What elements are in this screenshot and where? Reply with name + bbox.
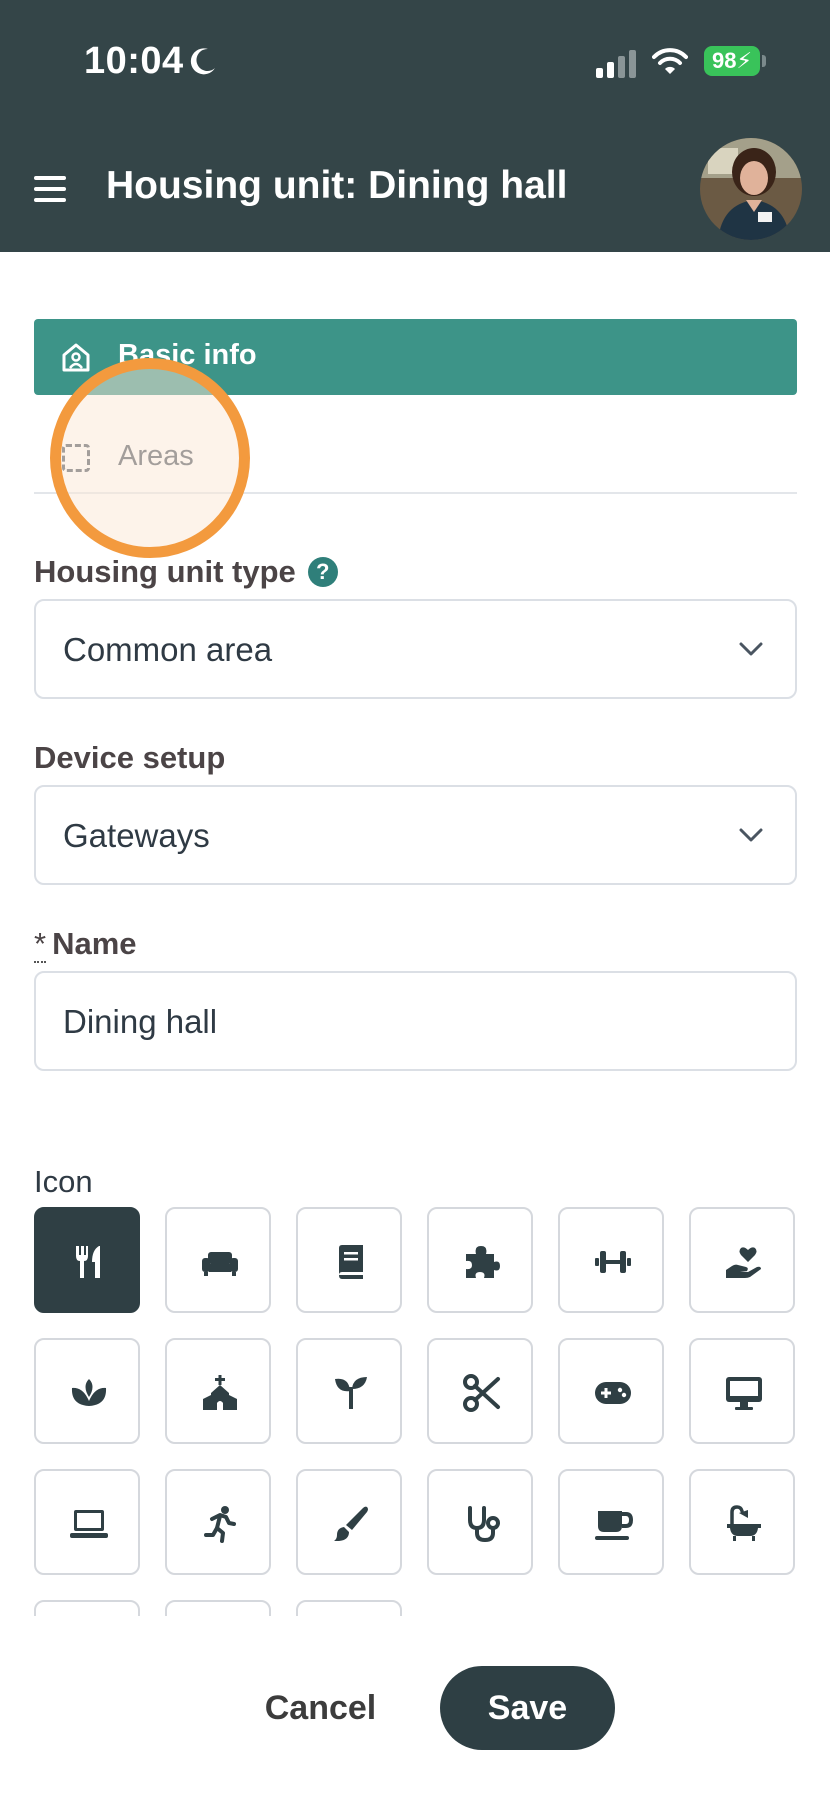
utensils-icon xyxy=(76,1246,100,1278)
home-person-icon xyxy=(62,343,90,372)
tab-areas[interactable]: Areas xyxy=(34,412,797,494)
icon-option-book[interactable] xyxy=(296,1207,402,1313)
icon-grid xyxy=(34,1207,797,1616)
icon-option-mug[interactable] xyxy=(558,1469,664,1575)
page-title: Housing unit: Dining hall xyxy=(106,164,568,207)
icon-option-utensils[interactable] xyxy=(34,1207,140,1313)
tab-basic-info-label: Basic info xyxy=(118,339,257,371)
icon-option-partial[interactable] xyxy=(296,1600,402,1616)
puzzle-piece-icon xyxy=(466,1246,500,1278)
name-label: * Name xyxy=(34,926,137,963)
icon-option-laptop[interactable] xyxy=(34,1469,140,1575)
housing-unit-type-select[interactable]: Common area xyxy=(34,599,797,699)
cancel-button[interactable]: Cancel xyxy=(248,1666,393,1750)
bath-icon xyxy=(727,1505,761,1541)
person-running-icon xyxy=(204,1506,236,1543)
hamburger-menu-icon[interactable] xyxy=(34,176,66,202)
icon-option-person-running[interactable] xyxy=(165,1469,271,1575)
icon-option-couch[interactable] xyxy=(165,1207,271,1313)
icon-option-puzzle-piece[interactable] xyxy=(427,1207,533,1313)
moon-icon xyxy=(190,48,215,75)
scissors-icon xyxy=(463,1374,500,1412)
icon-option-seedling[interactable] xyxy=(296,1338,402,1444)
device-setup-label: Device setup xyxy=(34,740,226,775)
avatar-image xyxy=(700,138,802,240)
avatar[interactable] xyxy=(700,138,802,240)
app-bar: Housing unit: Dining hall xyxy=(0,126,830,252)
status-bar: 10:04 98⚡ xyxy=(0,0,830,126)
icon-option-gamepad[interactable] xyxy=(558,1338,664,1444)
icon-option-spa[interactable] xyxy=(34,1338,140,1444)
status-time: 10:04 xyxy=(84,40,184,82)
icon-label: Icon xyxy=(34,1164,93,1199)
icon-option-paintbrush[interactable] xyxy=(296,1469,402,1575)
icon-option-desktop[interactable] xyxy=(689,1338,795,1444)
name-label-text: Name xyxy=(52,926,137,961)
couch-icon xyxy=(202,1252,238,1276)
book-icon xyxy=(339,1245,363,1279)
dashed-square-icon xyxy=(62,444,90,472)
hand-holding-heart-icon xyxy=(726,1247,761,1278)
desktop-icon xyxy=(726,1377,762,1410)
name-input-value: Dining hall xyxy=(63,1003,218,1040)
laptop-icon xyxy=(70,1510,108,1538)
housing-unit-type-label: Housing unit type? xyxy=(34,554,338,590)
save-button[interactable]: Save xyxy=(440,1666,615,1750)
device-setup-select[interactable]: Gateways xyxy=(34,785,797,885)
battery-tip xyxy=(762,55,766,67)
chevron-down-icon xyxy=(739,828,763,842)
tab-basic-info[interactable]: Basic info xyxy=(34,319,797,395)
icon-option-scissors[interactable] xyxy=(427,1338,533,1444)
paintbrush-icon xyxy=(334,1506,368,1541)
housing-unit-type-label-text: Housing unit type xyxy=(34,554,296,589)
icon-option-bath[interactable] xyxy=(689,1469,795,1575)
icon-option-hand-holding-heart[interactable] xyxy=(689,1207,795,1313)
signal-icon xyxy=(596,50,636,78)
required-asterisk: * xyxy=(34,926,47,963)
battery-indicator: 98⚡ xyxy=(704,46,760,76)
chevron-down-icon xyxy=(739,642,763,656)
mug-icon xyxy=(595,1511,633,1540)
icon-option-church[interactable] xyxy=(165,1338,271,1444)
seedling-icon xyxy=(335,1377,367,1409)
spa-icon xyxy=(71,1379,107,1406)
device-setup-value: Gateways xyxy=(63,817,210,854)
church-icon xyxy=(203,1375,237,1410)
help-icon[interactable]: ? xyxy=(307,557,338,587)
icon-option-dumbbell[interactable] xyxy=(558,1207,664,1313)
tab-areas-label: Areas xyxy=(118,440,194,472)
housing-unit-type-value: Common area xyxy=(63,631,273,668)
icon-option-partial[interactable] xyxy=(165,1600,271,1616)
name-input[interactable]: Dining hall xyxy=(34,971,797,1071)
icon-option-stethoscope[interactable] xyxy=(427,1469,533,1575)
icon-option-partial[interactable] xyxy=(34,1600,140,1616)
wifi-icon xyxy=(652,48,688,74)
stethoscope-icon xyxy=(468,1506,500,1543)
gamepad-icon xyxy=(595,1382,631,1404)
dumbbell-icon xyxy=(595,1251,631,1273)
